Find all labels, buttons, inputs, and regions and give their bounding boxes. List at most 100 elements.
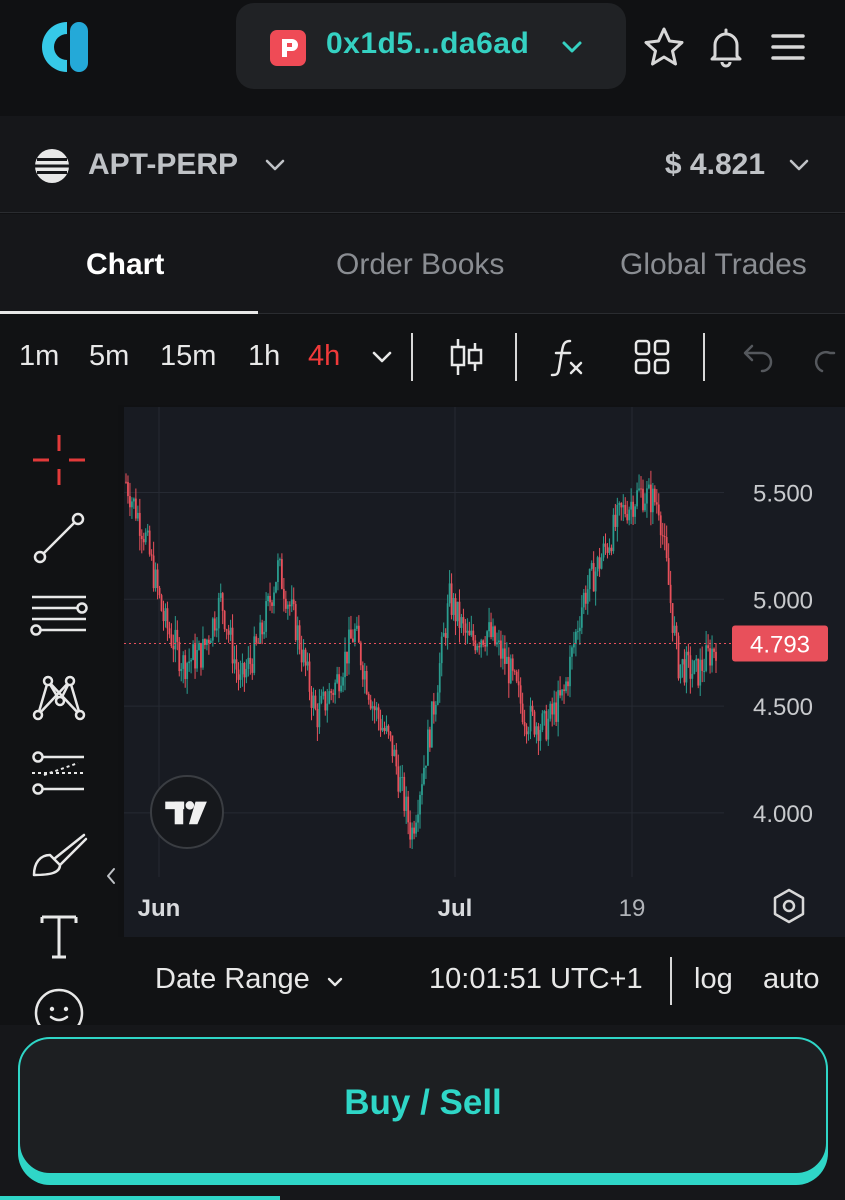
chevron-down-icon[interactable] xyxy=(262,152,288,178)
log-scale-toggle[interactable]: log xyxy=(694,963,733,996)
aptos-logo-icon[interactable] xyxy=(34,148,70,184)
candle-body xyxy=(190,659,193,662)
candle-body xyxy=(559,690,562,696)
auto-scale-toggle[interactable]: auto xyxy=(763,963,819,996)
candle-body xyxy=(373,706,376,711)
redo-icon[interactable] xyxy=(810,335,845,379)
candle-body xyxy=(166,608,169,629)
candle-body xyxy=(225,629,228,631)
fib-retracement-icon[interactable] xyxy=(30,589,88,647)
candle-body xyxy=(247,657,250,669)
star-icon[interactable] xyxy=(641,24,687,70)
wallet-address: 0x1d5...da6ad xyxy=(326,27,530,60)
candle-body xyxy=(391,735,394,757)
candle-body xyxy=(369,699,372,709)
candle-body xyxy=(695,658,698,661)
candlestick-chart[interactable]: 5.500 5.000 4.500 4.000 4.793 Jun Jul 19 xyxy=(124,407,845,937)
candle-body xyxy=(198,643,200,651)
chevron-down-icon xyxy=(562,41,582,53)
tab-global-trades[interactable]: Global Trades xyxy=(620,248,807,282)
candle-body xyxy=(338,674,341,692)
candle-body xyxy=(539,729,542,741)
candle-body xyxy=(687,651,690,656)
candle-body xyxy=(576,631,579,633)
chevron-down-icon[interactable] xyxy=(786,152,812,178)
candle-body xyxy=(677,635,680,679)
candle-body xyxy=(638,488,640,491)
candle-body xyxy=(657,504,660,516)
footer: Buy / Sell xyxy=(0,1025,845,1200)
pattern-icon[interactable] xyxy=(30,667,88,725)
candlestick-type-icon[interactable] xyxy=(444,335,488,379)
candle-body xyxy=(715,651,717,661)
emoji-icon[interactable] xyxy=(30,985,88,1025)
tab-chart[interactable]: Chart xyxy=(86,248,164,282)
candle-body xyxy=(395,749,398,767)
timeframe-5m[interactable]: 5m xyxy=(89,340,129,373)
candle-body xyxy=(679,664,682,679)
candle-body xyxy=(142,539,145,543)
buy-sell-button[interactable]: Buy / Sell xyxy=(18,1037,828,1175)
timeframe-4h[interactable]: 4h xyxy=(308,340,340,373)
timeframe-15m[interactable]: 15m xyxy=(160,340,216,373)
candle-body xyxy=(515,671,518,682)
timeframe-1m[interactable]: 1m xyxy=(19,340,59,373)
candle-body xyxy=(357,625,360,643)
candle-body xyxy=(241,662,244,675)
bell-icon[interactable] xyxy=(703,24,749,70)
indicators-icon[interactable] xyxy=(546,335,590,379)
candle-body xyxy=(334,682,337,695)
candle-body xyxy=(336,674,339,683)
candle-body xyxy=(271,602,273,606)
candle-body xyxy=(561,689,563,696)
trend-line-icon[interactable] xyxy=(30,509,88,567)
layout-grid-icon[interactable] xyxy=(630,335,674,379)
chevron-down-icon[interactable] xyxy=(362,335,402,379)
candle-body xyxy=(590,563,593,569)
brush-icon[interactable] xyxy=(30,825,88,883)
candle-body xyxy=(557,690,560,722)
menu-icon[interactable] xyxy=(765,24,811,70)
chart-clock[interactable]: 10:01:51 UTC+1 xyxy=(429,963,643,996)
candle-body xyxy=(282,588,285,599)
candle-body xyxy=(215,628,218,631)
candle-body xyxy=(442,633,445,637)
candle-body xyxy=(249,657,252,664)
text-tool-icon[interactable] xyxy=(30,907,88,965)
x-axis-tick-label: Jun xyxy=(138,895,181,922)
chevron-down-icon[interactable] xyxy=(322,969,348,995)
candle-body xyxy=(436,692,439,705)
candle-body xyxy=(600,557,603,569)
wallet-selector[interactable]: 0x1d5...da6ad xyxy=(236,3,626,89)
app-logo-icon[interactable] xyxy=(40,20,94,74)
candle-body xyxy=(146,530,149,533)
tab-order-books[interactable]: Order Books xyxy=(336,248,504,282)
candle-body xyxy=(681,659,684,665)
candle-body xyxy=(209,640,212,643)
candle-body xyxy=(359,642,362,666)
tradingview-logo-icon[interactable] xyxy=(150,775,224,849)
candle-body xyxy=(642,488,644,511)
candle-body xyxy=(636,490,638,507)
forecast-icon[interactable] xyxy=(30,745,88,803)
market-symbol[interactable]: APT-PERP xyxy=(88,148,238,182)
candle-body xyxy=(385,725,388,732)
chevron-left-icon[interactable] xyxy=(104,865,118,887)
chart-settings-icon[interactable] xyxy=(770,887,808,925)
market-price[interactable]: $ 4.821 xyxy=(665,148,765,182)
candle-body xyxy=(411,827,414,840)
candle-body xyxy=(417,814,419,823)
candle-body xyxy=(312,695,315,708)
crosshair-icon[interactable] xyxy=(30,431,88,489)
price-chart[interactable]: 5.500 5.000 4.500 4.000 4.793 Jun Jul 19 xyxy=(124,407,845,937)
candle-body xyxy=(606,546,609,553)
candle-body xyxy=(594,571,597,592)
candle-body xyxy=(622,504,625,508)
date-range-button[interactable]: Date Range xyxy=(155,963,310,996)
candle-body xyxy=(405,796,408,811)
info-divider xyxy=(670,957,672,1005)
timeframe-1h[interactable]: 1h xyxy=(248,340,280,373)
candle-body xyxy=(399,777,402,792)
candle-body xyxy=(563,689,565,692)
undo-icon[interactable] xyxy=(734,335,778,379)
